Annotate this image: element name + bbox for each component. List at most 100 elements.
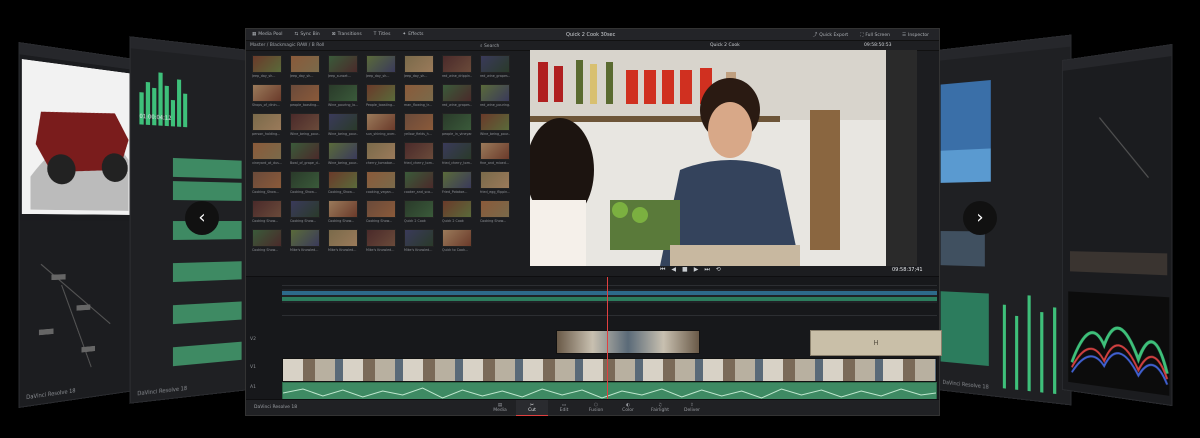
media-pool-thumbnail[interactable]: Mike's Knowled... xyxy=(366,229,396,255)
title-clip[interactable]: H xyxy=(810,330,942,356)
media-pool-thumbnail[interactable]: Mike's Knowled... xyxy=(328,229,358,255)
media-pool-thumbnail[interactable]: cooking_vegan... xyxy=(366,171,396,197)
media-pool-thumbnail[interactable]: Jeep_day_sh... xyxy=(252,55,282,81)
thumbnail-caption: fine_and_mixed... xyxy=(480,161,509,165)
chevron-left-icon: ‹ xyxy=(198,207,206,228)
media-pool-thumbnail[interactable]: Cooking_Show... xyxy=(252,171,282,197)
thumbnail-caption: Cooking Show... xyxy=(328,219,355,223)
media-pool-thumbnail[interactable]: Cooking Show... xyxy=(290,200,320,226)
media-pool-thumbnail[interactable]: Wine_being_pour... xyxy=(328,142,358,168)
media-pool-thumbnail[interactable]: Jeep_sunset... xyxy=(328,55,358,81)
search-field[interactable]: ⌕ Search xyxy=(480,43,499,49)
media-pool-thumbnail[interactable]: Cooking Show... xyxy=(252,229,282,255)
timeline-panel[interactable]: V2 V1 A1 H xyxy=(246,276,942,402)
timeline-overview[interactable] xyxy=(282,289,937,303)
media-pool-thumbnail[interactable]: Bowl_of_grape_d... xyxy=(290,142,320,168)
media-pool-thumbnail[interactable]: man_flowing_tr... xyxy=(404,84,434,110)
thumbnail-image xyxy=(252,55,282,73)
sync-bin-button[interactable]: ⇆ Sync Bin xyxy=(289,32,326,37)
media-pool-thumbnail[interactable]: fried_cherry_tom... xyxy=(404,142,434,168)
media-pool-thumbnail[interactable]: Wine_being_pour... xyxy=(480,113,510,139)
media-pool-thumbnail[interactable]: Cooking_Show... xyxy=(328,171,358,197)
media-pool-thumbnail[interactable]: red_wine_pouring... xyxy=(480,84,510,110)
lower-timeline-ruler[interactable] xyxy=(282,309,937,316)
jump-start-icon[interactable]: ⏮ xyxy=(660,266,665,274)
thumbnail-caption: Mike's Knowled... xyxy=(404,248,433,252)
media-pool-thumbnail[interactable]: cherry_tomatoe... xyxy=(366,142,396,168)
thumbnail-caption: Fried_Potatoe... xyxy=(442,190,468,194)
media-pool-thumbnail[interactable]: Mike's Knowled... xyxy=(290,229,320,255)
media-pool-thumbnail[interactable]: Fried_Potatoe... xyxy=(442,171,472,197)
viewer-clip-name: Quick 2 Cook xyxy=(710,43,740,48)
thumbnail-image xyxy=(404,55,434,73)
media-pool-thumbnail[interactable]: Quick 2 Cook xyxy=(442,200,472,226)
inspector-button[interactable]: ☰ Inspector xyxy=(896,33,935,38)
media-pool-thumbnail[interactable]: People_toasting... xyxy=(366,84,396,110)
effects-button[interactable]: ✦ Effects xyxy=(396,32,429,37)
media-pool-thumbnail[interactable]: people_toasting... xyxy=(290,84,320,110)
video-clip-v2[interactable] xyxy=(556,330,700,354)
media-pool-thumbnail[interactable]: yellow_fields_h... xyxy=(404,113,434,139)
stop-icon[interactable]: ■ xyxy=(682,266,688,274)
audio-waveform xyxy=(283,387,936,399)
thumbnail-image xyxy=(366,55,396,73)
page-tab-deliver[interactable]: ⇪ Deliver xyxy=(676,400,708,416)
overview-video-track xyxy=(282,291,937,295)
media-pool-thumbnail[interactable]: Shops_of_dinin... xyxy=(252,84,282,110)
media-pool-thumbnail[interactable]: Jeep_day_sh... xyxy=(366,55,396,81)
full-screen-button[interactable]: ⛶ Full Screen xyxy=(854,32,896,39)
page-tab-cut[interactable]: ✂ Cut xyxy=(516,400,548,416)
media-pool-thumbnail[interactable]: fine_and_mixed... xyxy=(480,142,510,168)
page-tab-edit[interactable]: ▭ Edit xyxy=(548,400,580,416)
thumbnail-image xyxy=(290,55,320,73)
timeline-playhead[interactable] xyxy=(607,277,608,400)
media-pool-thumbnail[interactable]: Wine_being_pour... xyxy=(328,113,358,139)
carousel-next-button[interactable]: › xyxy=(963,201,997,235)
upper-timeline-ruler[interactable] xyxy=(282,279,937,286)
transitions-button[interactable]: ⊠ Transitions xyxy=(326,32,368,37)
media-pool-thumbnail[interactable]: fried_cherry_tom... xyxy=(442,142,472,168)
page-tab-fusion[interactable]: ⬡ Fusion xyxy=(580,400,612,416)
loop-icon[interactable]: ⟲ xyxy=(716,266,721,274)
carousel-prev-button[interactable]: ‹ xyxy=(185,201,219,235)
media-pool-thumbnail[interactable]: people_in_vineyar... xyxy=(442,113,472,139)
page-tab-media[interactable]: ▤ Media xyxy=(484,400,516,416)
inspector-label: Inspector xyxy=(908,32,929,38)
bin-path[interactable]: Master / Blackmagic RAW / B Roll xyxy=(250,43,324,48)
media-pool-thumbnail[interactable]: person_holding... xyxy=(252,113,282,139)
play-icon[interactable]: ▶ xyxy=(694,266,699,274)
media-pool-thumbnail[interactable]: Wine_being_pour... xyxy=(290,113,320,139)
media-pool-thumbnail[interactable]: cooker_and_sca... xyxy=(404,171,434,197)
media-pool-thumbnail[interactable]: Cooking_Show... xyxy=(290,171,320,197)
media-pool-thumbnail[interactable]: Quick 2 Cook xyxy=(404,200,434,226)
play-reverse-icon[interactable]: ◀ xyxy=(671,266,676,274)
thumbnail-image xyxy=(404,84,434,102)
quick-export-button[interactable]: ⤴ Quick Export xyxy=(807,32,854,39)
page-tab-color[interactable]: ◐ Color xyxy=(612,400,644,416)
media-pool-button[interactable]: ▦ Media Pool xyxy=(246,32,289,37)
media-pool-thumbnail[interactable]: Quick to Cook... xyxy=(442,229,472,255)
page-tab-fairlight[interactable]: ♫ Fairlight xyxy=(644,400,676,416)
titles-button[interactable]: T Titles xyxy=(368,32,397,37)
page-tabs: ▤ Media ✂ Cut ▭ Edit ⬡ Fusion ◐ Color ♫ Fairlight ⇪ D… xyxy=(484,400,708,416)
media-pool-thumbnail[interactable]: Cooking Show... xyxy=(252,200,282,226)
thumbnail-image xyxy=(480,55,510,73)
media-pool-thumbnail[interactable]: Jeep_day_sh... xyxy=(404,55,434,81)
media-pool-thumbnail[interactable]: Cooking Show... xyxy=(480,200,510,226)
media-pool-thumbnail[interactable]: sun_shining_over... xyxy=(366,113,396,139)
thumbnail-caption: person_holding... xyxy=(252,132,281,136)
media-pool-thumbnail[interactable]: Wine_pouring_lo... xyxy=(328,84,358,110)
media-pool-thumbnail[interactable]: red_wine_grapes... xyxy=(480,55,510,81)
media-pool-thumbnail[interactable]: Mike's Knowled... xyxy=(404,229,434,255)
video-clip-v1[interactable] xyxy=(282,358,937,382)
media-pool-thumbnail[interactable]: Cooking Show... xyxy=(366,200,396,226)
media-pool-thumbnail[interactable]: Jeep_day_sh... xyxy=(290,55,320,81)
media-pool-thumbnail[interactable]: red_wine_grapes... xyxy=(442,84,472,110)
media-pool-thumbnail[interactable]: red_wine_drippin... xyxy=(442,55,472,81)
thumbnail-image xyxy=(480,142,510,160)
jump-end-icon[interactable]: ⏭ xyxy=(704,266,709,274)
media-pool-thumbnail[interactable]: Cooking Show... xyxy=(328,200,358,226)
media-pool-thumbnail[interactable]: fried_egg_flippin... xyxy=(480,171,510,197)
thumbnail-caption: Cooking_Show... xyxy=(328,190,355,194)
media-pool-thumbnail[interactable]: vineyard_at_dus... xyxy=(252,142,282,168)
